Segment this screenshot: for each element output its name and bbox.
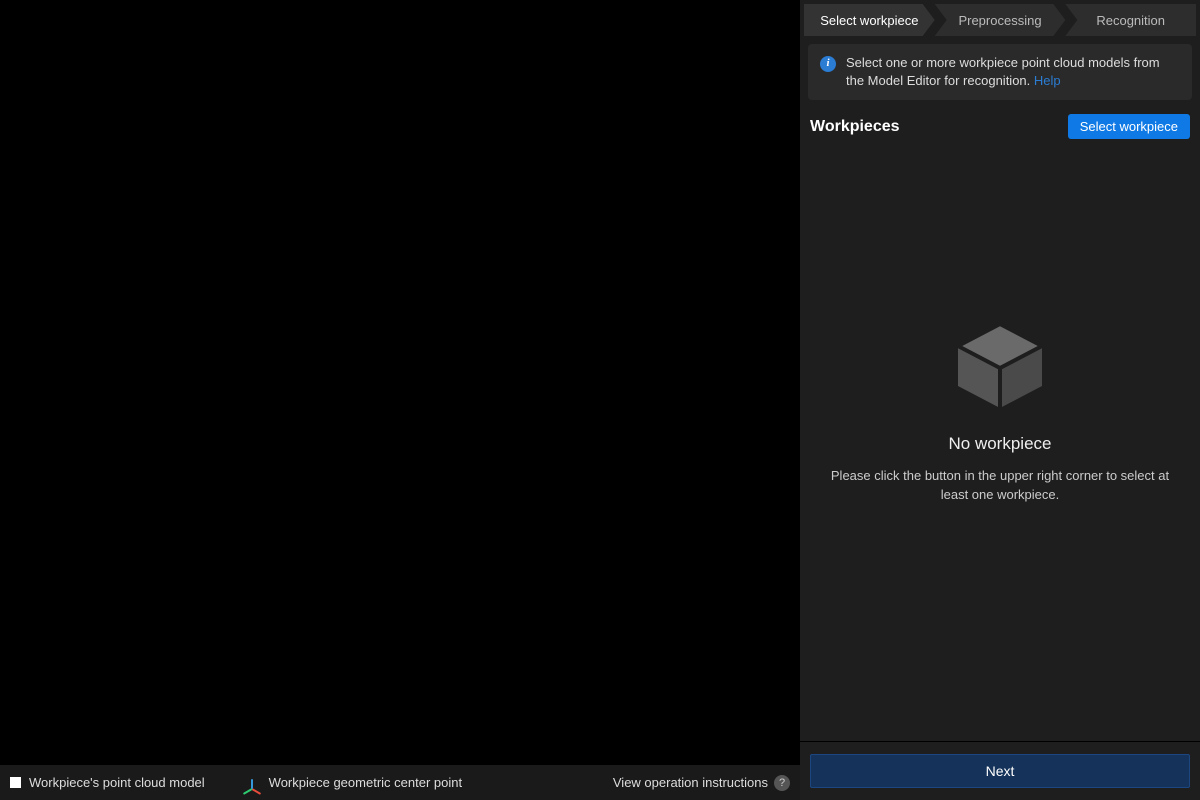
workpieces-empty-state: No workpiece Please click the button in … <box>800 143 1200 741</box>
step-preprocessing[interactable]: Preprocessing <box>935 4 1066 36</box>
help-circle-icon: ? <box>774 775 790 791</box>
stepper: Select workpiece Preprocessing Recogniti… <box>804 4 1196 36</box>
legend-point-cloud: Workpiece's point cloud model <box>10 775 205 790</box>
panel-footer: Next <box>800 741 1200 800</box>
empty-description: Please click the button in the upper rig… <box>820 466 1180 505</box>
info-text-wrap: Select one or more workpiece point cloud… <box>846 54 1180 90</box>
empty-title: No workpiece <box>949 434 1052 454</box>
next-button[interactable]: Next <box>810 754 1190 788</box>
select-workpiece-button[interactable]: Select workpiece <box>1068 114 1190 139</box>
legend-swatch-white <box>10 777 21 788</box>
workpieces-title: Workpieces <box>810 118 900 136</box>
info-text: Select one or more workpiece point cloud… <box>846 55 1160 88</box>
legend-geom-center: Workpiece geometric center point <box>245 775 462 791</box>
cube-icon <box>950 320 1050 410</box>
workpieces-header: Workpieces Select workpiece <box>800 104 1200 143</box>
help-link[interactable]: Help <box>1034 73 1061 88</box>
view-ops-label: View operation instructions <box>613 775 768 790</box>
step-recognition[interactable]: Recognition <box>1065 4 1196 36</box>
viewport-legend-bar: Workpiece's point cloud model Workpiece … <box>0 765 800 800</box>
view-operation-instructions[interactable]: View operation instructions ? <box>613 775 790 791</box>
viewport-3d[interactable]: Workpiece's point cloud model Workpiece … <box>0 0 800 800</box>
legend-geom-center-label: Workpiece geometric center point <box>269 775 462 790</box>
info-banner: i Select one or more workpiece point clo… <box>808 44 1192 100</box>
step-select-workpiece[interactable]: Select workpiece <box>804 4 935 36</box>
info-icon: i <box>820 56 836 72</box>
axis-icon <box>245 775 261 791</box>
legend-point-cloud-label: Workpiece's point cloud model <box>29 775 205 790</box>
right-panel: Select workpiece Preprocessing Recogniti… <box>800 0 1200 800</box>
